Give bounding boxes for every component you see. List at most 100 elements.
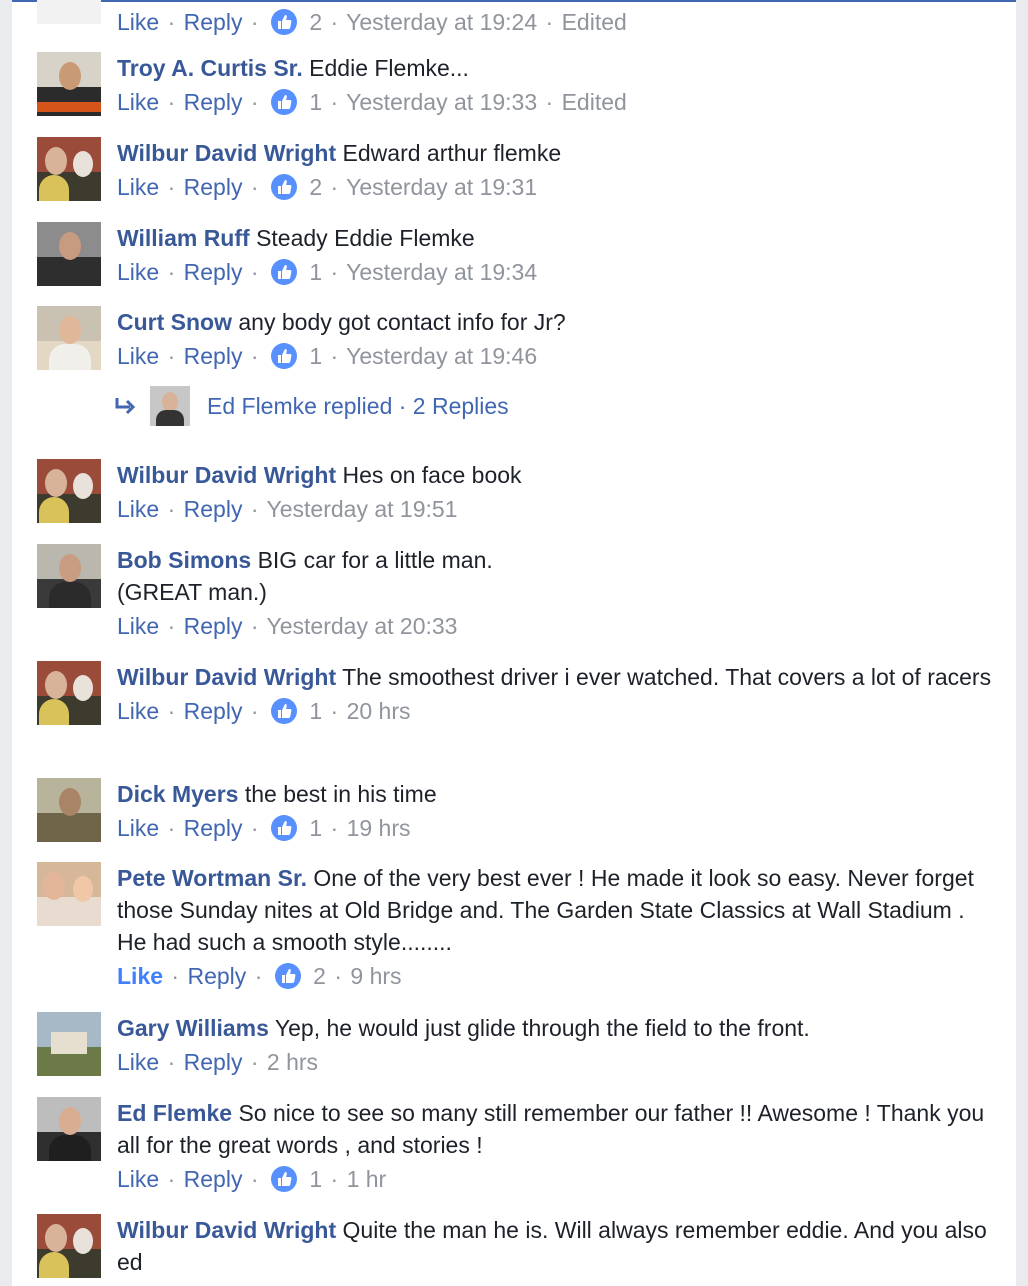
like-link[interactable]: Like: [117, 9, 159, 35]
comment-text: Wilbur David Wright Hes on face book: [117, 462, 522, 488]
like-count[interactable]: 1: [309, 1166, 322, 1192]
comment-author[interactable]: Wilbur David Wright: [117, 664, 336, 690]
comment-actions: Like · Reply · 1 · Yesterday at 19:33 · …: [117, 89, 627, 115]
thumbs-up-icon[interactable]: [270, 698, 297, 724]
like-count[interactable]: 2: [313, 963, 326, 989]
timestamp[interactable]: Yesterday at 19:51: [267, 496, 458, 522]
edited-label[interactable]: Edited: [562, 89, 627, 115]
reply-link[interactable]: Reply: [184, 613, 243, 639]
like-count[interactable]: 1: [309, 343, 322, 369]
reply-arrow-icon: [115, 398, 136, 415]
like-link[interactable]: Like: [117, 259, 159, 285]
comment-author[interactable]: Troy A. Curtis Sr.: [117, 55, 303, 81]
comment-author[interactable]: Gary Williams: [117, 1015, 269, 1041]
comment-actions: Like · Reply · 1 · 19 hrs: [117, 815, 411, 841]
comment-text: William Ruff Steady Eddie Flemke: [117, 225, 475, 251]
comment-actions: Like · Reply · 2 · Yesterday at 19:24 · …: [117, 9, 627, 35]
avatar[interactable]: [37, 52, 101, 116]
avatar[interactable]: [37, 1012, 101, 1076]
view-replies-row[interactable]: Ed Flemke replied · 2 Replies: [109, 386, 709, 430]
timestamp[interactable]: Yesterday at 19:34: [346, 259, 537, 285]
comment-author[interactable]: William Ruff: [117, 225, 250, 251]
thumbs-up-icon[interactable]: [274, 963, 301, 989]
thumbs-up-icon[interactable]: [270, 815, 297, 841]
like-count[interactable]: 1: [309, 259, 322, 285]
like-count[interactable]: 1: [309, 89, 322, 115]
like-count[interactable]: 2: [309, 174, 322, 200]
avatar[interactable]: [37, 661, 101, 725]
comment-author[interactable]: Ed Flemke: [117, 1100, 232, 1126]
thumbs-up-icon[interactable]: [270, 343, 297, 369]
reply-link[interactable]: Reply: [187, 963, 246, 989]
like-link[interactable]: Like: [117, 89, 159, 115]
comment-actions: Like · Reply · 2 · Yesterday at 19:31: [117, 174, 538, 200]
reply-link[interactable]: Reply: [184, 343, 243, 369]
comment-thread: Like · Reply · 2 · Yesterday at 19:24 · …: [12, 0, 1016, 1286]
timestamp[interactable]: Yesterday at 19:24: [346, 9, 537, 35]
right-gutter: [1016, 0, 1028, 1286]
avatar[interactable]: [37, 222, 101, 286]
comment-actions: Like · Reply · 2 · 9 hrs: [117, 963, 402, 989]
comment-actions: Like · Reply · 1 · 1 hr: [117, 1166, 387, 1192]
comment-text: Ed Flemke So nice to see so many still r…: [117, 1100, 985, 1158]
timestamp[interactable]: 9 hrs: [350, 963, 401, 989]
comment-author[interactable]: Bob Simons: [117, 547, 251, 573]
reply-link[interactable]: Reply: [184, 1049, 243, 1075]
avatar[interactable]: [37, 1214, 101, 1278]
view-replies-link[interactable]: Ed Flemke replied · 2 Replies: [207, 390, 509, 422]
like-link[interactable]: Like: [117, 174, 159, 200]
timestamp[interactable]: 2 hrs: [267, 1049, 318, 1075]
timestamp[interactable]: 19 hrs: [347, 815, 411, 841]
comment-actions: Like · Reply · 1 · Yesterday at 19:34: [117, 259, 538, 285]
reply-link[interactable]: Reply: [184, 259, 243, 285]
reply-link[interactable]: Reply: [184, 9, 243, 35]
timestamp[interactable]: Yesterday at 19:46: [346, 343, 537, 369]
reply-link[interactable]: Reply: [184, 174, 243, 200]
comment-actions: Like · Reply · 1 · Yesterday at 19:46: [117, 343, 538, 369]
reply-link[interactable]: Reply: [184, 496, 243, 522]
avatar[interactable]: [37, 778, 101, 842]
like-link[interactable]: Like: [117, 815, 159, 841]
comment-text: Bob Simons BIG car for a little man. (GRE…: [117, 547, 493, 605]
like-count[interactable]: 2: [309, 9, 322, 35]
avatar[interactable]: [150, 386, 190, 426]
avatar[interactable]: [37, 306, 101, 370]
thumbs-up-icon[interactable]: [270, 1166, 297, 1192]
comment-author[interactable]: Wilbur David Wright: [117, 140, 336, 166]
comment-author[interactable]: Wilbur David Wright: [117, 462, 336, 488]
like-count[interactable]: 1: [309, 698, 322, 724]
thumbs-up-icon[interactable]: [270, 9, 297, 35]
like-link[interactable]: Like: [117, 343, 159, 369]
reply-link[interactable]: Reply: [184, 89, 243, 115]
like-count[interactable]: 1: [309, 815, 322, 841]
like-link[interactable]: Like: [117, 698, 159, 724]
avatar[interactable]: [37, 544, 101, 608]
like-link[interactable]: Like: [117, 1049, 159, 1075]
reply-link[interactable]: Reply: [184, 815, 243, 841]
comment-author[interactable]: Wilbur David Wright: [117, 1217, 336, 1243]
timestamp[interactable]: Yesterday at 20:33: [267, 613, 458, 639]
reply-link[interactable]: Reply: [184, 1166, 243, 1192]
thumbs-up-icon[interactable]: [270, 174, 297, 200]
comment-text: Gary Williams Yep, he would just glide t…: [117, 1015, 810, 1041]
comment-author[interactable]: Curt Snow: [117, 309, 232, 335]
timestamp[interactable]: Yesterday at 19:33: [346, 89, 537, 115]
avatar[interactable]: [37, 862, 101, 926]
reply-link[interactable]: Reply: [184, 698, 243, 724]
timestamp[interactable]: 1 hr: [347, 1166, 387, 1192]
like-link[interactable]: Like: [117, 613, 159, 639]
comment-author[interactable]: Dick Myers: [117, 781, 238, 807]
edited-label[interactable]: Edited: [562, 9, 627, 35]
timestamp[interactable]: Yesterday at 19:31: [346, 174, 537, 200]
like-link[interactable]: Like: [117, 1166, 159, 1192]
thumbs-up-icon[interactable]: [270, 89, 297, 115]
like-link[interactable]: Like: [117, 963, 163, 989]
comment-author[interactable]: Pete Wortman Sr.: [117, 865, 307, 891]
thumbs-up-icon[interactable]: [270, 259, 297, 285]
avatar[interactable]: [37, 137, 101, 201]
avatar[interactable]: [37, 459, 101, 523]
timestamp[interactable]: 20 hrs: [347, 698, 411, 724]
like-link[interactable]: Like: [117, 496, 159, 522]
avatar[interactable]: [37, 0, 101, 24]
avatar[interactable]: [37, 1097, 101, 1161]
